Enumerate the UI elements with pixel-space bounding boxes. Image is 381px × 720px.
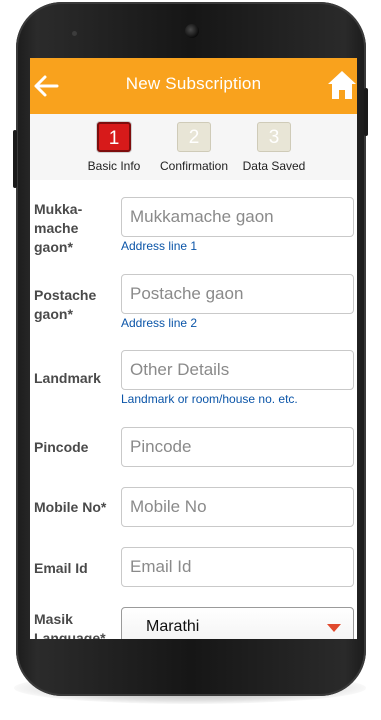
- step-confirmation: 2 Confirmation: [149, 122, 239, 173]
- pincode-label: Pincode: [34, 439, 89, 455]
- village-input[interactable]: [121, 197, 354, 237]
- landmark-label: Landmark: [34, 370, 101, 386]
- step-label: Data Saved: [242, 159, 306, 173]
- landmark-hint: Landmark or room/house no. etc.: [121, 392, 298, 406]
- language-select[interactable]: Marathi: [121, 607, 354, 639]
- village-label: Mukka-mache gaon*: [34, 201, 83, 255]
- step-basic-info: 1 Basic Info: [69, 122, 159, 173]
- mobile-input[interactable]: [121, 487, 354, 527]
- step-number: 3: [257, 122, 291, 152]
- home-icon[interactable]: [327, 69, 357, 101]
- email-input[interactable]: [121, 547, 354, 587]
- village-hint: Address line 1: [121, 239, 198, 253]
- chevron-down-icon: [327, 624, 341, 632]
- front-camera: [185, 24, 199, 38]
- landmark-input[interactable]: [121, 350, 354, 390]
- step-label: Basic Info: [87, 159, 141, 173]
- post-hint: Address line 2: [121, 316, 198, 330]
- progress-steps: 1 Basic Info 2 Confirmation 3 Data Saved: [30, 114, 357, 180]
- step-label: Confirmation: [159, 159, 229, 173]
- sensor-dot: [72, 31, 77, 36]
- email-label: Email Id: [34, 560, 88, 576]
- app-bar: New Subscription: [30, 58, 357, 114]
- volume-button: [364, 88, 368, 136]
- step-data-saved: 3 Data Saved: [229, 122, 319, 173]
- power-button: [13, 130, 17, 188]
- pincode-input[interactable]: [121, 427, 354, 467]
- step-number: 2: [177, 122, 211, 152]
- mobile-label: Mobile No*: [34, 499, 107, 515]
- app-screen: New Subscription 1 Basic Info 2 Confirma…: [30, 58, 357, 639]
- step-number: 1: [97, 122, 131, 152]
- page-title: New Subscription: [125, 74, 262, 93]
- language-label: Masik Language*: [34, 611, 106, 639]
- language-selected-value: Marathi: [146, 618, 200, 635]
- post-label: Postache gaon*: [34, 287, 97, 322]
- post-input[interactable]: [121, 274, 354, 314]
